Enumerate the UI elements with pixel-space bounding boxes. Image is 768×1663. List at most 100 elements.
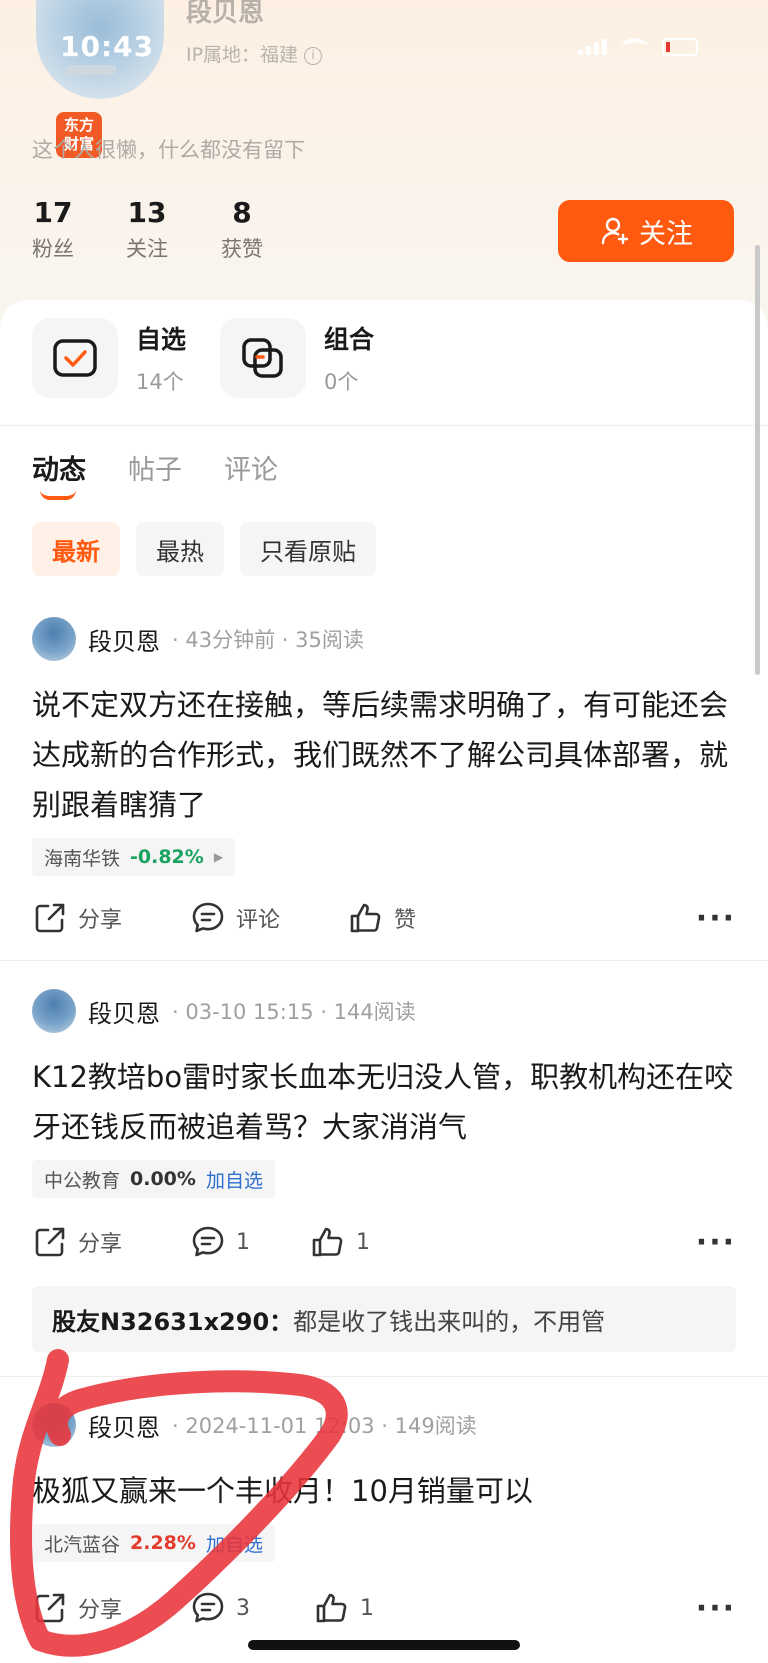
post-card[interactable]: 段贝恩 · 2024-11-01 12:03 · 149阅读 极狐又赢来一个丰收… bbox=[32, 1402, 736, 1562]
post-card[interactable]: 段贝恩 · 03-10 15:15 · 144阅读 K12教培bo雷时家长血本无… bbox=[32, 988, 736, 1198]
status-time: 10:43 bbox=[60, 30, 155, 63]
post-header: 段贝恩 · 2024-11-01 12:03 · 149阅读 bbox=[32, 1402, 736, 1448]
post-meta: · 2024-11-01 12:03 · 149阅读 bbox=[172, 1414, 477, 1438]
comment-text: 都是收了钱出来叫的，不用管 bbox=[293, 1307, 606, 1336]
thumbs-up-icon bbox=[312, 1227, 343, 1257]
top-comment[interactable]: 股友N32631x290： 都是收了钱出来叫的，不用管 bbox=[32, 1286, 736, 1352]
shortcut-watchlist[interactable]: 自选 14个 bbox=[32, 318, 186, 398]
share-label: 分享 bbox=[78, 1232, 123, 1257]
shortcut-portfolio[interactable]: 组合 0个 bbox=[220, 318, 374, 398]
ip-location: IP属地：福建 i bbox=[186, 40, 323, 67]
status-icons bbox=[578, 38, 698, 56]
divider bbox=[0, 960, 768, 961]
follow-button[interactable]: 关注 bbox=[558, 200, 734, 262]
post-author[interactable]: 段贝恩 bbox=[88, 1408, 160, 1443]
stock-tag[interactable]: 北汽蓝谷 2.28% 加自选 bbox=[32, 1524, 275, 1562]
stock-change: 0.00% bbox=[130, 1168, 196, 1190]
share-button[interactable]: 分享 bbox=[32, 1224, 122, 1260]
home-indicator[interactable] bbox=[248, 1640, 520, 1650]
comment-icon bbox=[192, 902, 224, 933]
post-author[interactable]: 段贝恩 bbox=[88, 994, 160, 1029]
share-button[interactable]: 分享 bbox=[32, 900, 122, 936]
shortcut-title: 组合 bbox=[324, 325, 375, 354]
filter-latest[interactable]: 最新 bbox=[32, 522, 120, 576]
post-card[interactable]: 段贝恩 · 43分钟前 · 35阅读 说不定双方还在接触，等后续需求明确了，有可… bbox=[32, 616, 736, 876]
tab-comments[interactable]: 评论 bbox=[224, 448, 278, 487]
comment-button[interactable]: 1 bbox=[190, 1224, 250, 1260]
share-label: 分享 bbox=[78, 908, 123, 933]
filter-chips: 最新 最热 只看原贴 bbox=[32, 522, 376, 576]
like-count: 赞 bbox=[394, 908, 417, 933]
post-header: 段贝恩 · 43分钟前 · 35阅读 bbox=[32, 616, 736, 662]
comment-user[interactable]: 股友N32631x290： bbox=[52, 1302, 293, 1337]
comment-icon bbox=[192, 1592, 224, 1623]
stat-value: 8 bbox=[232, 196, 252, 229]
checkbox-icon bbox=[32, 318, 118, 398]
layers-icon bbox=[220, 318, 306, 398]
more-icon[interactable]: ··· bbox=[696, 1591, 736, 1626]
wifi-icon bbox=[622, 38, 648, 56]
stat-label: 获赞 bbox=[221, 237, 263, 261]
post-header: 段贝恩 · 03-10 15:15 · 144阅读 bbox=[32, 988, 736, 1034]
stat-label: 粉丝 bbox=[32, 237, 74, 261]
post-author[interactable]: 段贝恩 bbox=[88, 622, 160, 657]
stat-label: 关注 bbox=[126, 237, 168, 261]
like-count: 1 bbox=[360, 1595, 374, 1621]
stock-tag[interactable]: 中公教育 0.00% 加自选 bbox=[32, 1160, 275, 1198]
comment-button[interactable]: 评论 bbox=[190, 900, 280, 936]
shortcut-count: 14个 bbox=[136, 370, 184, 394]
tab-posts[interactable]: 帖子 bbox=[128, 448, 182, 487]
add-to-watchlist-link[interactable]: 加自选 bbox=[206, 1530, 263, 1557]
tab-bar: 动态 帖子 评论 bbox=[32, 448, 278, 487]
more-icon[interactable]: ··· bbox=[696, 901, 736, 936]
stock-name: 中公教育 bbox=[44, 1169, 121, 1192]
add-user-icon bbox=[601, 217, 629, 245]
like-button[interactable]: 1 bbox=[310, 1224, 370, 1260]
comment-count: 1 bbox=[236, 1229, 250, 1255]
stock-change: -0.82% bbox=[130, 846, 204, 868]
thumbs-up-icon bbox=[316, 1593, 347, 1623]
add-to-watchlist-link[interactable]: 加自选 bbox=[206, 1166, 263, 1193]
share-label: 分享 bbox=[78, 1598, 123, 1623]
post-meta: · 43分钟前 · 35阅读 bbox=[172, 628, 364, 652]
filter-hot[interactable]: 最热 bbox=[136, 522, 224, 576]
post-text[interactable]: K12教培bo雷时家长血本无归没人管，职教机构还在咬牙还钱反而被追着骂？大家消消… bbox=[32, 1052, 736, 1152]
stat-value: 13 bbox=[127, 196, 167, 229]
share-icon bbox=[35, 1593, 65, 1623]
stock-name: 海南华铁 bbox=[44, 847, 121, 870]
stat-likes[interactable]: 8 获赞 bbox=[221, 196, 263, 263]
scrollbar[interactable] bbox=[755, 245, 760, 675]
avatar[interactable] bbox=[32, 989, 76, 1033]
comment-button[interactable]: 3 bbox=[190, 1590, 250, 1626]
stock-name: 北汽蓝谷 bbox=[44, 1533, 121, 1556]
comment-icon bbox=[192, 1226, 224, 1257]
post-actions: 分享 3 1 ··· bbox=[32, 1588, 736, 1628]
post-actions: 分享 1 1 ··· bbox=[32, 1222, 736, 1262]
active-tab-indicator bbox=[40, 490, 76, 500]
post-text[interactable]: 说不定双方还在接触，等后续需求明确了，有可能还会达成新的合作形式，我们既然不了解… bbox=[32, 680, 736, 830]
stat-fans[interactable]: 17 粉丝 bbox=[32, 196, 74, 263]
stock-change: 2.28% bbox=[130, 1532, 196, 1554]
avatar[interactable] bbox=[32, 1403, 76, 1447]
share-button[interactable]: 分享 bbox=[32, 1590, 122, 1626]
like-button[interactable]: 赞 bbox=[348, 900, 416, 936]
stock-tag[interactable]: 海南华铁 -0.82% ▶ bbox=[32, 838, 236, 876]
post-actions: 分享 评论 赞 ··· bbox=[32, 898, 736, 938]
shortcut-title: 自选 bbox=[136, 325, 187, 354]
battery-icon bbox=[662, 38, 698, 56]
like-button[interactable]: 1 bbox=[314, 1590, 374, 1626]
share-icon bbox=[35, 903, 65, 933]
share-icon bbox=[35, 1227, 65, 1257]
ip-location-text: IP属地：福建 bbox=[186, 44, 299, 66]
filter-original-only[interactable]: 只看原贴 bbox=[240, 522, 376, 576]
post-text[interactable]: 极狐又赢来一个丰收月！10月销量可以 bbox=[32, 1466, 736, 1516]
signal-icon bbox=[578, 39, 608, 55]
stat-following[interactable]: 13 关注 bbox=[126, 196, 168, 263]
more-icon[interactable]: ··· bbox=[696, 1225, 736, 1260]
divider bbox=[0, 425, 768, 426]
avatar[interactable] bbox=[32, 617, 76, 661]
info-icon[interactable]: i bbox=[304, 46, 323, 65]
tab-activity[interactable]: 动态 bbox=[32, 448, 86, 487]
profile-bio: 这个人很懒，什么都没有留下 bbox=[32, 138, 305, 162]
shortcut-count: 0个 bbox=[324, 370, 359, 394]
